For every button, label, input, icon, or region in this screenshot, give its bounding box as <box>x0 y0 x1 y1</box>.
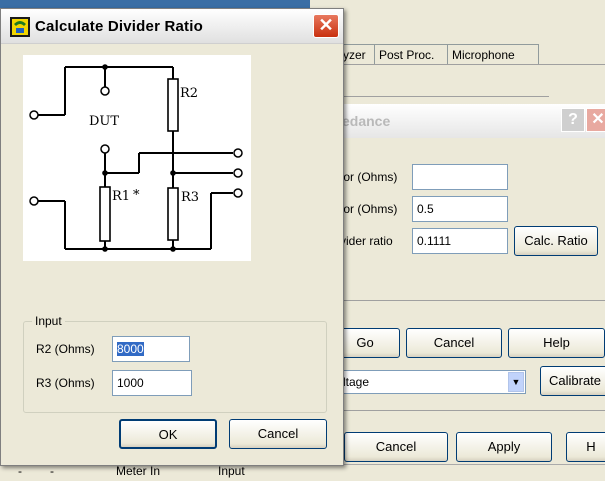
ok-button[interactable]: OK <box>119 419 217 449</box>
motor-ohms-field-2[interactable]: 0.5 <box>412 196 508 222</box>
status-meter-in: Meter In <box>116 464 161 478</box>
tab-microphone[interactable]: Microphone <box>447 44 539 65</box>
apply-button[interactable]: Apply <box>456 432 552 462</box>
divider <box>344 410 605 411</box>
tab-label: Microphone <box>452 48 515 62</box>
r3-label: R3 <box>181 190 199 205</box>
r2-ohms-value: 8000 <box>117 342 144 356</box>
divider <box>344 300 605 301</box>
calculate-divider-ratio-dialog: Calculate Divider Ratio ✕ R2 DUT R1 * R3… <box>0 8 344 466</box>
dialog-title: Calculate Divider Ratio <box>35 18 203 35</box>
motor-ohms-label-1: tor (Ohms) <box>340 170 398 184</box>
inner-close-button[interactable]: ✕ <box>586 108 605 132</box>
tab-divider <box>344 64 605 65</box>
signal-type-select[interactable]: ltage ▼ <box>330 370 526 394</box>
input-group: Input R2 (Ohms) 8000 R3 (Ohms) 1000 <box>23 314 327 413</box>
select-value: ltage <box>343 375 370 389</box>
divider-schematic: R2 DUT R1 * R3 <box>23 55 251 261</box>
input-group-legend: Input <box>32 314 65 328</box>
tab-label: Post Proc. <box>379 48 435 62</box>
chevron-down-icon[interactable]: ▼ <box>508 372 524 392</box>
close-button[interactable]: ✕ <box>313 14 339 38</box>
tab-post-proc[interactable]: Post Proc. <box>374 44 454 65</box>
help-button[interactable]: ? <box>561 108 585 132</box>
motor-ohms-field-1[interactable] <box>412 164 508 190</box>
r1-label: R1 <box>112 189 130 204</box>
schematic-svg: R2 DUT R1 * R3 <box>29 64 243 252</box>
r3-ohms-input[interactable]: 1000 <box>112 370 192 396</box>
r2-ohms-label: R2 (Ohms) <box>36 342 95 356</box>
r2-label: R2 <box>180 86 198 101</box>
r2-ohms-input[interactable]: 8000 <box>112 336 190 362</box>
h-button[interactable]: H <box>566 432 605 462</box>
cancel-button-bottom[interactable]: Cancel <box>344 432 448 462</box>
cancel-button-bg[interactable]: Cancel <box>406 328 502 358</box>
divider <box>344 96 549 97</box>
help-button-bg[interactable]: Help <box>508 328 605 358</box>
inner-dialog-title: edance <box>342 113 391 129</box>
status-bar: - - Meter In Input <box>0 464 605 481</box>
r3-ohms-label: R3 (Ohms) <box>36 376 95 390</box>
cancel-button[interactable]: Cancel <box>229 419 327 449</box>
divider-ratio-field[interactable]: 0.1111 <box>412 228 508 254</box>
tab-label: yzer <box>343 48 366 62</box>
status-dash-2: - <box>50 464 54 478</box>
app-icon <box>10 17 30 37</box>
status-dash-1: - <box>18 464 22 478</box>
motor-ohms-label-2: tor (Ohms) <box>340 202 398 216</box>
calibrate-button[interactable]: Calibrate <box>540 366 605 396</box>
r1-star: * <box>133 188 140 203</box>
divider-ratio-label: vider ratio <box>340 234 393 248</box>
calc-ratio-button[interactable]: Calc. Ratio <box>514 226 598 256</box>
status-input: Input <box>218 464 245 478</box>
dut-label: DUT <box>89 114 119 129</box>
dialog-titlebar[interactable]: Calculate Divider Ratio ✕ <box>1 9 343 44</box>
